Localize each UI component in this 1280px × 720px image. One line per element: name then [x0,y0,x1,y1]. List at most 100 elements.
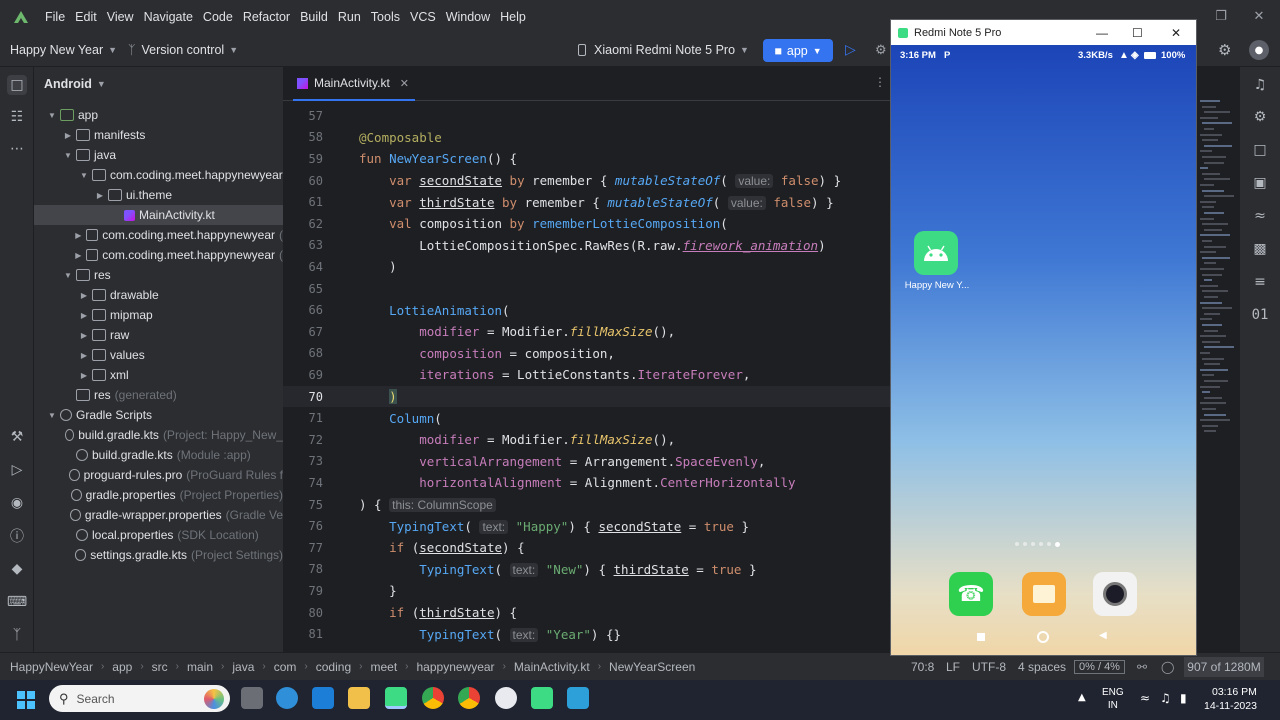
volume-icon[interactable]: ♫ [1160,691,1171,705]
code-line[interactable]: 70 ) [283,385,890,408]
breadcrumb-item[interactable]: MainActivity.kt [514,660,590,674]
code-line[interactable]: 61 var thirdState by remember { mutableS… [283,191,890,213]
code-line[interactable]: 79 } [283,580,890,602]
code-line[interactable]: 73 verticalArrangement = Arrangement.Spa… [283,451,890,473]
menu-run[interactable]: Run [333,10,366,24]
run-configuration-selector[interactable]: ■ app ▼ [763,39,833,62]
code-line[interactable]: 81 TypingText( text: "Year") {} [283,623,890,645]
caret-position[interactable]: 70:8 [911,660,934,674]
code-line[interactable]: 80 if (thirdState) { [283,602,890,624]
lock-icon[interactable]: ⚯ [1137,660,1147,674]
memory-indicator[interactable]: 907 of 1280M [1184,657,1264,677]
tree-item[interactable]: ▶ values [34,345,283,365]
tree-item[interactable]: ▶ xml [34,365,283,385]
code-line[interactable]: 60 var secondState by remember { mutable… [283,170,890,192]
code-line[interactable]: 75) { this: ColumnScope [283,494,890,516]
chevron-right-icon[interactable]: ▶ [94,191,106,200]
tree-item[interactable]: ▶ com.coding.meet.happynewyear( [34,245,283,265]
tab-mainactivity[interactable]: MainActivity.kt ✕ [293,67,415,101]
menu-window[interactable]: Window [441,10,495,24]
tree-item[interactable]: ▶ ui.theme [34,185,283,205]
menu-view[interactable]: View [102,10,139,24]
breadcrumb-item[interactable]: coding [316,660,351,674]
tree-item[interactable]: ▼ com.coding.meet.happynewyear [34,165,283,185]
code-line[interactable]: 78 TypingText( text: "New") { thirdState… [283,559,890,581]
sliders-icon[interactable]: ≡ [1250,272,1270,292]
code-line[interactable]: 59 fun NewYearScreen() { [283,148,890,170]
edge-browser-icon[interactable] [276,687,298,709]
project-view-selector[interactable]: Android ▼ [34,67,283,101]
code-line[interactable]: 64 ) [283,256,890,278]
chevron-right-icon[interactable]: ▶ [73,251,84,260]
binary-icon[interactable]: 01 [1250,305,1270,325]
chevron-down-icon[interactable]: ▼ [78,171,90,180]
menu-tools[interactable]: Tools [366,10,405,24]
chrome-profile-icon[interactable] [458,687,480,709]
clock[interactable]: 03:16 PM 14-11-2023 [1204,685,1257,713]
git-icon[interactable]: ᛉ [7,625,27,645]
code-line[interactable]: 69 iterations = LottieConstants.IterateF… [283,364,890,386]
code-line[interactable]: 67 modifier = Modifier.fillMaxSize(), [283,321,890,343]
breadcrumb-item[interactable]: java [232,660,254,674]
project-selector[interactable]: Happy New Year ▼ [10,43,117,57]
chevron-down-icon[interactable]: ▼ [62,271,74,280]
terminal-icon[interactable]: ⌨ [7,592,27,612]
debug-icon[interactable]: ⚙ [875,42,887,58]
breadcrumb-item[interactable]: HappyNewYear [10,660,93,674]
device-manager-icon[interactable]: □ [1250,140,1270,160]
tree-item[interactable]: ▶ raw [34,325,283,345]
phone-screen[interactable]: 3:16 PM P 3.3KB/s ▲ ◈ 100% Happy New Y..… [891,45,1196,655]
tree-item[interactable]: settings.gradle.kts (Project Settings) [34,545,283,565]
messaging-icon[interactable] [1022,572,1066,616]
mail-icon[interactable] [312,687,334,709]
run-tool-icon[interactable]: ▷ [7,460,27,480]
tree-item[interactable]: ▶ com.coding.meet.happynewyear( [34,225,283,245]
breadcrumb-item[interactable]: app [112,660,132,674]
windows-start-icon[interactable] [17,691,35,709]
breadcrumb-item[interactable]: src [152,660,168,674]
breadcrumb-item[interactable]: meet [370,660,397,674]
tree-item[interactable]: ▶ drawable [34,285,283,305]
more-icon[interactable]: ⋯ [7,139,27,159]
happy-new-year-app-icon[interactable] [914,231,958,275]
tree-item[interactable]: proguard-rules.pro (ProGuard Rules f [34,465,283,485]
chevron-down-icon[interactable]: ▼ [46,111,58,120]
version-control-selector[interactable]: ᛉ Version control ▼ [128,43,238,57]
breadcrumb-item[interactable]: happynewyear [417,660,495,674]
tree-item[interactable]: gradle.properties (Project Properties) [34,485,283,505]
chevron-right-icon[interactable]: ▶ [78,311,90,320]
menu-help[interactable]: Help [495,10,531,24]
structure-icon[interactable]: ☷ [7,107,27,127]
chevron-down-icon[interactable]: ▼ [62,151,74,160]
menu-build[interactable]: Build [295,10,333,24]
battery-icon[interactable]: ▮ [1180,691,1187,705]
tree-item[interactable]: ▶ mipmap [34,305,283,325]
taskbar-search[interactable]: ⚲ Search [49,685,230,712]
app-store-icon[interactable] [495,687,517,709]
wifi-icon[interactable]: ≈ [1250,206,1270,226]
home-button-icon[interactable] [1037,631,1049,643]
task-view-icon[interactable] [241,687,263,709]
restore-icon[interactable]: ❐ [1202,0,1240,33]
code-line[interactable]: 58 @Composable [283,127,890,149]
tree-item[interactable]: build.gradle.kts (Project: Happy_New_ [34,425,283,445]
emulator-icon[interactable]: ▩ [1250,239,1270,259]
problems-icon[interactable]: ⓘ [7,526,27,546]
menu-vcs[interactable]: VCS [405,10,441,24]
progress-indicator[interactable]: 0% / 4% [1074,659,1125,674]
code-line[interactable]: 72 modifier = Modifier.fillMaxSize(), [283,429,890,451]
tree-item[interactable]: gradle-wrapper.properties (Gradle Ve [34,505,283,525]
wifi-icon[interactable]: ≈ [1140,691,1150,705]
recents-button-icon[interactable] [977,633,985,641]
tree-item[interactable]: ▼ java [34,145,283,165]
file-encoding[interactable]: UTF-8 [972,660,1006,674]
code-line[interactable]: 62 val composition by rememberLottieComp… [283,213,890,235]
menu-edit[interactable]: Edit [70,10,102,24]
settings-gear-icon[interactable]: ⚙ [1218,41,1231,59]
notepad-icon[interactable] [567,687,589,709]
app-inspection-icon[interactable]: ◉ [7,493,27,513]
language-indicator[interactable]: ENG IN [1102,686,1124,712]
chevron-right-icon[interactable]: ▶ [78,351,90,360]
menu-code[interactable]: Code [198,10,238,24]
project-folder-icon[interactable]: □ [7,75,27,95]
